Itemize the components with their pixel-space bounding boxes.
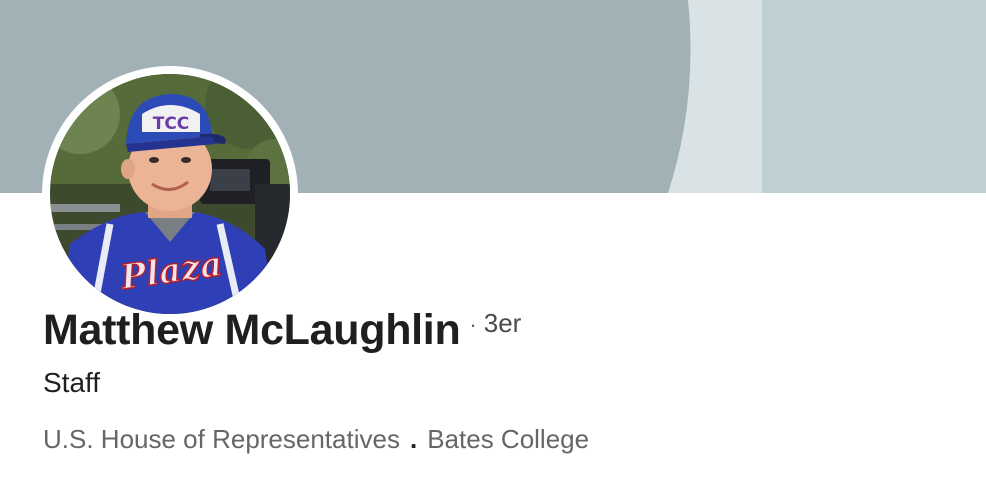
- avatar-photo: Plaza TCC: [50, 74, 290, 314]
- education-link[interactable]: Bates College: [427, 424, 589, 455]
- affiliation-separator: .: [409, 424, 418, 454]
- affiliations-row: U.S. House of Representatives . Bates Co…: [43, 424, 589, 455]
- profile-card: Plaza TCC Matthew McLaughlin · 3er Staff…: [0, 0, 986, 478]
- avatar[interactable]: Plaza TCC: [50, 74, 290, 314]
- banner-right-panel: [762, 0, 986, 193]
- profile-name: Matthew McLaughlin: [43, 306, 461, 354]
- profile-headline: Staff: [43, 367, 101, 398]
- degree-separator: ·: [469, 312, 477, 337]
- name-row: Matthew McLaughlin · 3er: [43, 306, 521, 355]
- connection-degree-badge: 3er: [483, 308, 522, 338]
- cap-logo-text: TCC: [153, 114, 190, 134]
- current-company-link[interactable]: U.S. House of Representatives: [43, 424, 400, 455]
